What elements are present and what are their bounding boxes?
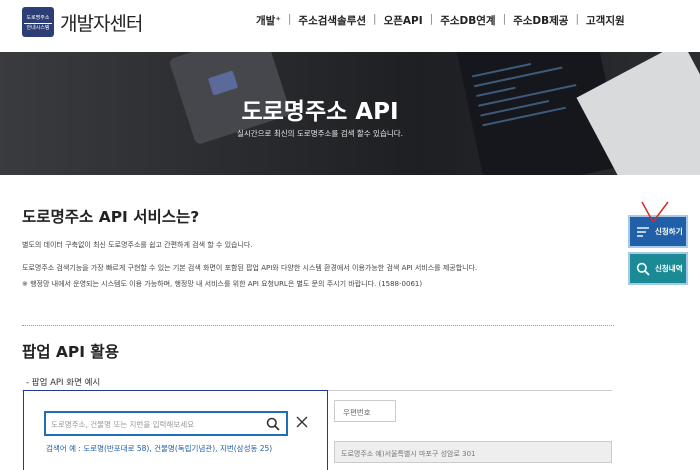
main-nav: 개발⁺ | 주소검색솔루션 | 오픈API | 주소DB연계 | 주소DB제공 … bbox=[256, 13, 625, 28]
logo-text[interactable]: 개발자센터 bbox=[60, 9, 143, 36]
list-icon bbox=[637, 226, 649, 237]
nav-item-search-solution[interactable]: 주소검색솔루션 bbox=[298, 13, 366, 28]
search-icon bbox=[636, 262, 650, 276]
popup-search-box[interactable] bbox=[44, 411, 288, 436]
nav-separator: | bbox=[373, 13, 377, 25]
hero-title: 도로명주소 API bbox=[241, 99, 399, 125]
nav-item-open-api[interactable]: 오픈API bbox=[384, 13, 423, 28]
pointer-annotation-icon bbox=[641, 201, 669, 223]
intro-paragraph-2: 도로명주소 검색기능을 가장 빠르게 구현할 수 있는 기본 검색 화면이 포함… bbox=[22, 264, 478, 272]
nav-separator: | bbox=[502, 13, 507, 25]
application-history-label: 신청내역 bbox=[655, 264, 683, 273]
code-line bbox=[474, 66, 563, 88]
section-divider bbox=[22, 325, 614, 326]
popup-example-label: - 팝업 API 화면 예시 bbox=[26, 378, 101, 388]
nav-item-dev[interactable]: 개발⁺ bbox=[256, 13, 281, 28]
apply-button-label: 신청하기 bbox=[655, 227, 683, 236]
popup-search-example: 검색어 예 : 도로명(반포대로 58), 건물명(독립기념관), 지번(삼성동… bbox=[46, 444, 273, 453]
logo-badge[interactable]: 도로명주소 안내시스템 bbox=[22, 7, 54, 37]
hero-banner: 도로명주소 API 실시간으로 최신의 도로명주소를 검색 할수 있습니다. bbox=[0, 52, 700, 175]
popup-section-title: 팝업 API 활용 bbox=[22, 343, 119, 361]
search-icon[interactable] bbox=[266, 417, 280, 431]
close-icon[interactable] bbox=[295, 415, 309, 429]
application-history-button[interactable]: 신청내역 bbox=[628, 252, 688, 285]
address-search-popup: 검색어 예 : 도로명(반포대로 58), 건물명(독립기념관), 지번(삼성동… bbox=[23, 390, 328, 470]
intro-title: 도로명주소 API 서비스는? bbox=[22, 208, 200, 226]
nav-item-db-link[interactable]: 주소DB연계 bbox=[440, 13, 495, 28]
logo-badge-line2: 안내시스템 bbox=[24, 23, 52, 31]
nav-item-db-provide[interactable]: 주소DB제공 bbox=[513, 13, 568, 28]
postal-code-field[interactable]: 우편번호 bbox=[334, 400, 396, 422]
site-header: 도로명주소 안내시스템 개발자센터 개발⁺ | 주소검색솔루션 | 오픈API … bbox=[0, 0, 700, 52]
nav-separator: | bbox=[429, 13, 434, 25]
road-address-field[interactable]: 도로명주소 예)서울특별시 마포구 성암로 301 bbox=[334, 441, 612, 463]
nav-item-support[interactable]: 고객지원 bbox=[586, 13, 625, 28]
popup-search-input[interactable] bbox=[51, 417, 261, 431]
nav-separator: | bbox=[575, 13, 580, 25]
intro-paragraph-1: 별도의 데이터 구축없이 최신 도로명주소를 쉽고 간편하게 검색 할 수 있습… bbox=[22, 241, 253, 249]
hero-subtitle: 실시간으로 최신의 도로명주소를 검색 할수 있습니다. bbox=[236, 129, 404, 138]
logo-badge-line1: 도로명주소 bbox=[26, 15, 50, 21]
nav-separator: | bbox=[287, 13, 292, 25]
intro-notice: ※ 행정망 내에서 운영되는 시스템도 이용 가능하며, 행정망 내 서비스를 … bbox=[22, 280, 423, 288]
